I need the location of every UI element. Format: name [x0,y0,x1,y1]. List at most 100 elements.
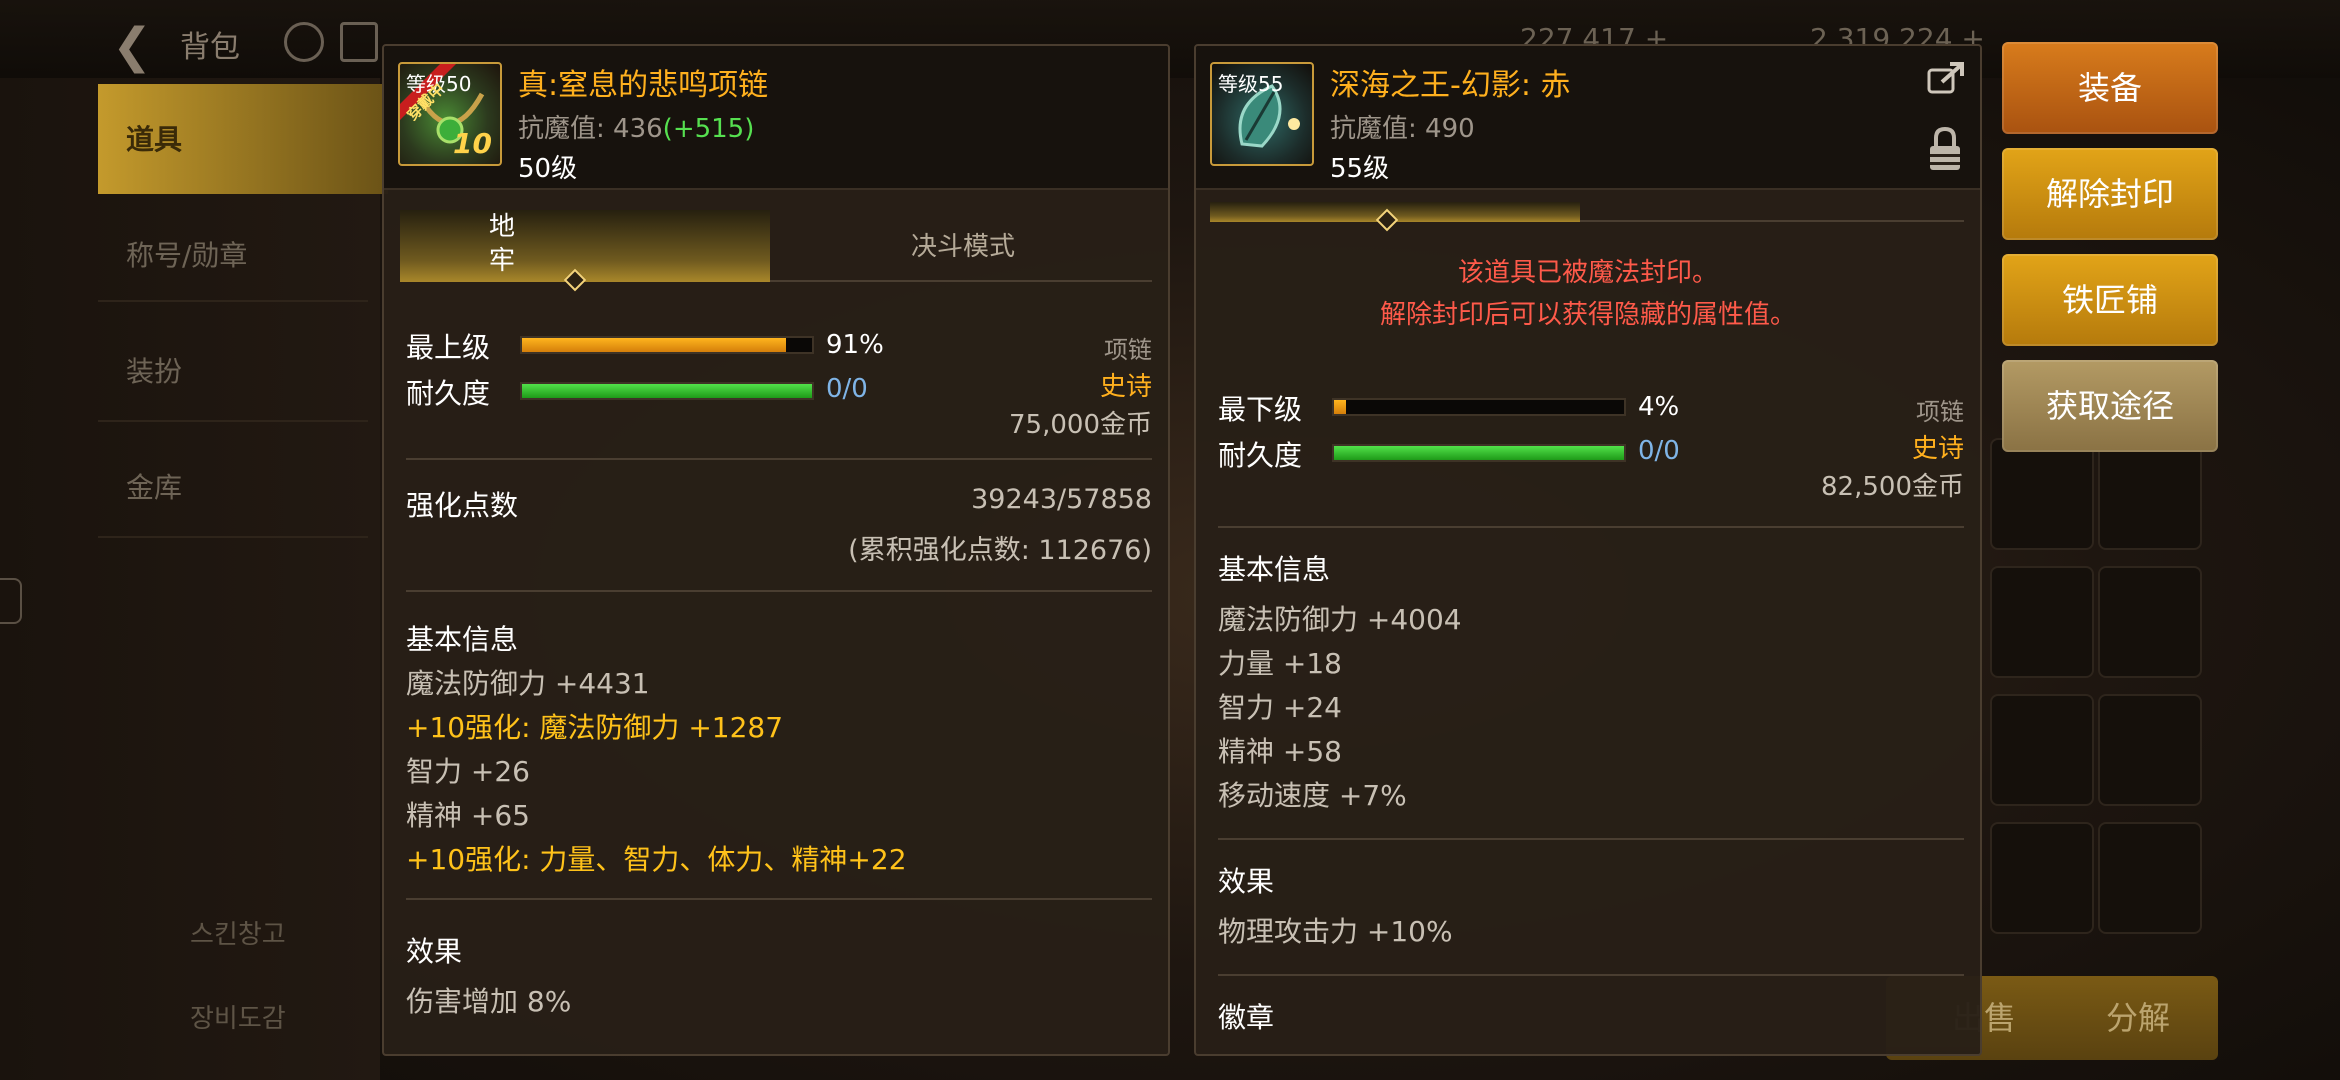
item-name: 真:窒息的悲鸣项链 [518,68,769,103]
enhance-badge: 10 [453,127,492,160]
blacksmith-button[interactable]: 铁匠铺 [2002,254,2218,346]
section-divider [1218,526,1964,528]
tab-dungeon[interactable] [400,210,770,282]
durability-bar-fill [522,384,812,398]
equip-button[interactable]: 装备 [2002,42,2218,134]
emblem-title: 徽章 [1218,1001,1275,1034]
grade-bar [520,336,814,354]
stat-line: 智力 +24 [1218,691,1342,724]
stat-line-enhance: +10强化: 力量、智力、体力、精神+22 [406,843,907,876]
section-divider [406,458,1152,460]
tab-dungeon-label: 地牢 [488,212,515,276]
durability-label: 耐久度 [406,377,491,410]
inventory-slot[interactable] [2098,822,2202,934]
reinforce-value: 39243/57858 [971,484,1152,515]
sidebar-divider [98,536,368,538]
effect-title: 效果 [1218,865,1275,898]
durability-bar [520,382,814,400]
grade-percent: 91% [826,330,884,360]
sidebar-divider [98,300,368,302]
inventory-slot[interactable] [1990,822,2094,934]
tab-underline [1580,220,1964,222]
section-divider [406,898,1152,900]
magic-resist-label: 抗魔值: [518,114,605,144]
stat-line: 精神 +65 [406,799,530,832]
grade-label: 最下级 [1218,393,1303,426]
effect-line: 物理攻击力 +10% [1218,915,1453,948]
unseal-button[interactable]: 解除封印 [2002,148,2218,240]
magic-resist-value: 436 [613,114,663,144]
item-slot-type: 项链 [1104,336,1152,364]
inventory-slot[interactable] [1990,438,2094,550]
magic-resist: 抗魔值: 490 [1330,108,1475,145]
equipped-item-panel: 等级50 穿戴中 10 真:窒息的悲鸣项链 抗魔值: 436(+515) 50级… [382,44,1170,1056]
stat-line: 精神 +58 [1218,735,1342,768]
reinforce-total: (累积强化点数: 112676) [848,535,1152,566]
item-name: 深海之王-幻影: 赤 [1330,68,1571,103]
sidebar-item-costume[interactable]: 装扮 [126,350,396,390]
durability-label: 耐久度 [1218,439,1303,472]
back-label[interactable]: 背包 [180,22,240,66]
section-divider [1218,838,1964,840]
obtain-source-button[interactable]: 获取途径 [2002,360,2218,452]
basic-info-title: 基本信息 [406,623,519,656]
eye-icon[interactable] [284,22,324,62]
stat-line: 智力 +26 [406,755,530,788]
back-arrow-icon[interactable]: ❮ [112,18,152,74]
section-divider [406,590,1152,592]
stat-line: 移动速度 +7% [1218,779,1407,812]
effect-line: 伤害增加 8% [406,985,572,1018]
sidebar-item-titles[interactable]: 称号/勋章 [126,234,396,274]
seal-notice: 该道具已被魔法封印。 解除封印后可以获得隐藏的属性值。 [1196,252,1980,336]
sidebar-item-items[interactable]: 道具 [98,84,388,194]
magic-resist-value: 490 [1425,114,1475,144]
disassemble-button[interactable]: 分解 [2058,976,2218,1060]
grade-bar-fill [522,338,786,352]
stat-line: 力量 +18 [1218,647,1342,680]
sort-icon[interactable] [340,22,378,62]
item-rarity: 史诗 [1911,434,1964,464]
grade-percent: 4% [1638,392,1680,422]
item-slot-type: 项链 [1916,398,1964,426]
lock-icon[interactable] [1928,126,1962,172]
share-icon[interactable] [1926,60,1966,96]
durability-value: 0/0 [826,374,868,404]
magic-resist: 抗魔值: 436(+515) [518,108,754,145]
item-level: 50级 [518,154,578,184]
stat-line-enhance: +10强化: 魔法防御力 +1287 [406,711,784,744]
seal-notice-line: 解除封印后可以获得隐藏的属性值。 [1379,300,1796,330]
item-rarity: 史诗 [1099,372,1152,402]
item-level: 55级 [1330,154,1390,184]
inventory-slot[interactable] [2098,694,2202,806]
item-icon: 等级55 [1210,62,1314,166]
inventory-slot[interactable] [1990,566,2094,678]
inventory-slot[interactable] [2098,566,2202,678]
stat-line: 魔法防御力 +4004 [1218,603,1462,636]
grade-bar [1332,398,1626,416]
magic-resist-label: 抗魔值: [1330,114,1417,144]
section-divider [1218,974,1964,976]
sidebar-item-label: 道具 [126,123,183,156]
drawer-handle[interactable] [0,578,22,624]
durability-bar-fill [1334,446,1624,460]
item-price: 82,500金币 [1821,472,1964,502]
reinforce-label: 强化点数 [406,489,519,522]
item-price: 75,000金币 [1009,410,1152,440]
grade-bar-fill [1334,400,1346,414]
seal-notice-line: 该道具已被魔法封印。 [1457,258,1718,288]
basic-info-title: 基本信息 [1218,553,1331,586]
sidebar-divider [98,420,368,422]
tab-pvp[interactable]: 决斗模式 [770,226,1156,263]
equipment-book-link[interactable]: 장비도감 [190,998,286,1035]
tab-underline [770,280,1152,282]
inventory-slot[interactable] [2098,438,2202,550]
skin-storage-link[interactable]: 스킨창고 [190,914,286,951]
sidebar-item-vault[interactable]: 金库 [126,466,396,506]
inventory-slot[interactable] [1990,694,2094,806]
magic-resist-bonus: (+515) [662,114,755,144]
effect-title: 效果 [406,935,463,968]
item-level-badge: 等级55 [1218,72,1284,96]
durability-bar [1332,444,1626,462]
compare-item-panel: 等级55 深海之王-幻影: 赤 抗魔值: 490 55级 该道具已被魔法封印。 … [1194,44,1982,1056]
item-icon: 等级50 穿戴中 10 [398,62,502,166]
